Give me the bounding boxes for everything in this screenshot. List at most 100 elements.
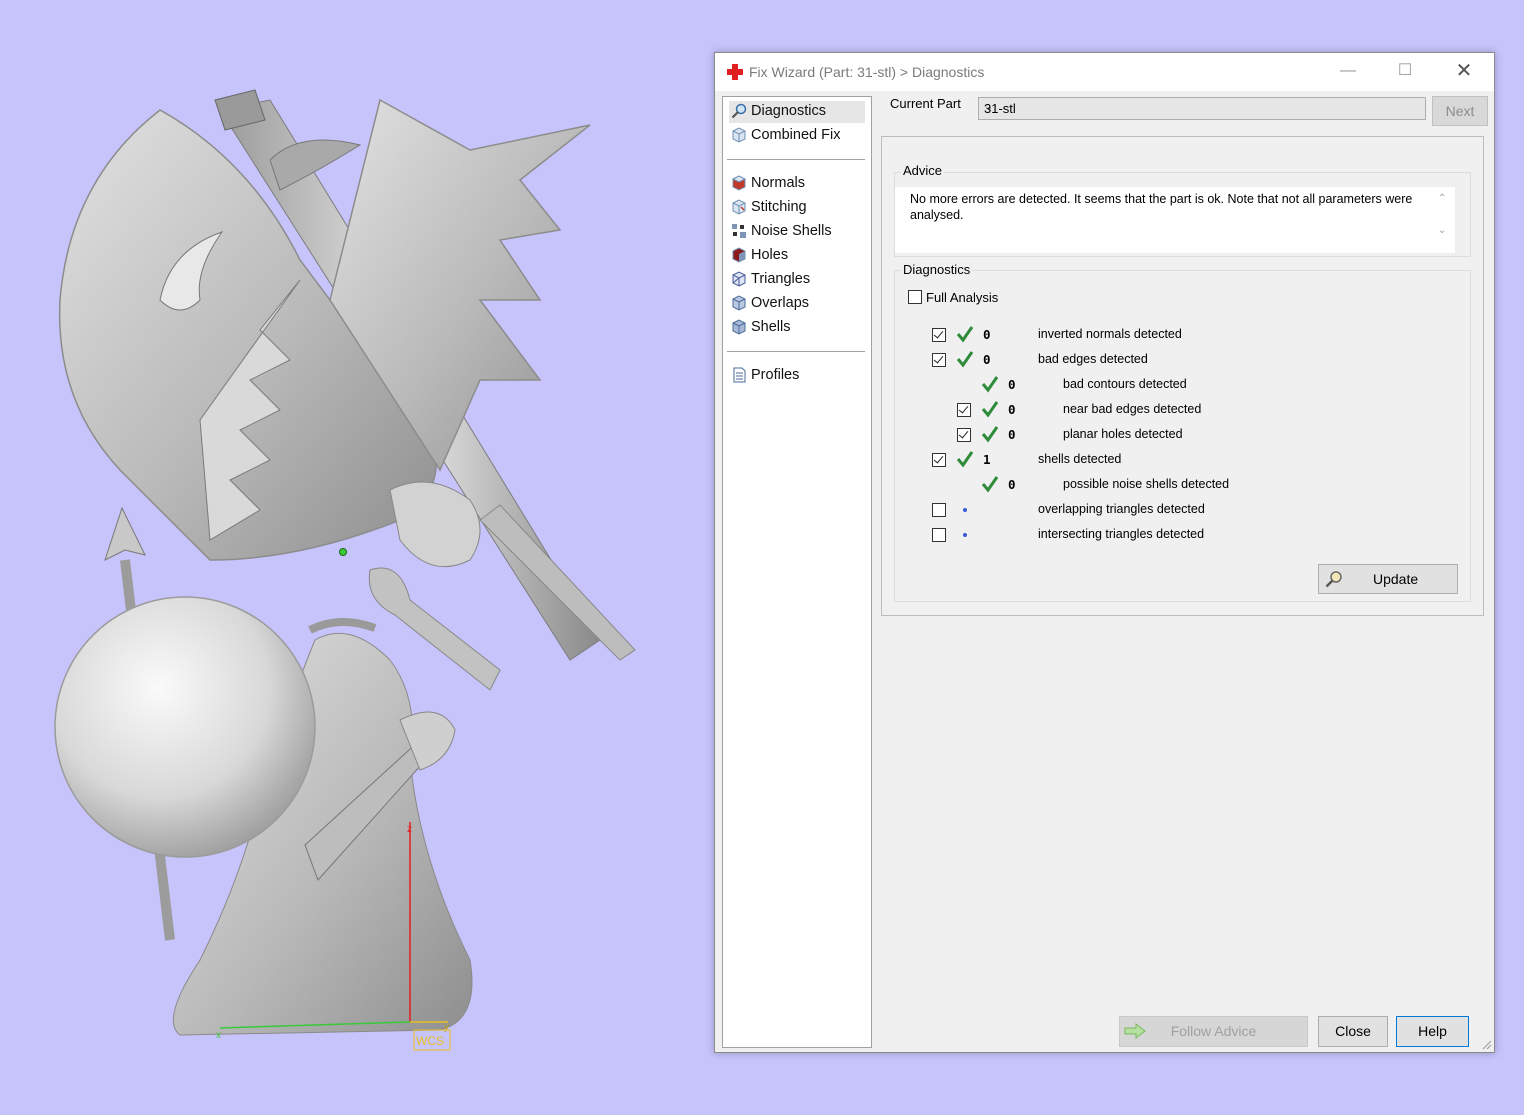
follow-advice-label: Follow Advice [1170,1023,1257,1039]
nav-item-diagnostics[interactable]: Diagnostics [729,101,865,123]
nav-label: Combined Fix [751,127,841,143]
nav-item-profiles[interactable]: Profiles [729,365,799,387]
nav-item-shells[interactable]: Shells [729,317,791,339]
overlapping-triangles-label: overlapping triangles detected [1038,502,1205,516]
shells-count: 1 [983,452,991,467]
check-ok-icon [981,426,999,443]
nav-label: Overlaps [751,295,810,311]
nav-separator [727,351,865,352]
overlapping-triangles-checkbox[interactable] [932,503,946,517]
intersecting-triangles-label: intersecting triangles detected [1038,527,1205,541]
document-icon [733,367,746,383]
noise-shells-label: possible noise shells detected [1063,477,1230,491]
current-part-select[interactable]: 31-stl ⌄ [978,97,1426,120]
check-ok-icon [956,351,974,368]
nav-item-stitching[interactable]: Stitching [729,197,807,219]
check-ok-icon [981,476,999,493]
minimize-button[interactable]: — [1333,59,1363,83]
axis-z-label: z [407,824,412,835]
close-window-button[interactable]: ✕ [1449,59,1479,83]
full-analysis-checkbox[interactable] [908,290,922,304]
full-analysis-label: Full Analysis [926,290,999,305]
bad-edges-label: bad edges detected [1038,352,1148,366]
nav-item-normals[interactable]: Normals [729,173,805,195]
near-bad-edges-checkbox[interactable] [957,403,971,417]
magnifier-icon [731,103,747,119]
wcs-label: WCS [416,1034,444,1048]
necklace [308,617,377,634]
overlaps-cube-icon [732,295,746,311]
nav-item-overlaps[interactable]: Overlaps [729,293,809,315]
origin-point [339,548,347,556]
bad-contours-label: bad contours detected [1063,377,1187,391]
diagnostics-group-label: Diagnostics [901,262,973,277]
scroll-up-icon[interactable]: ⌃ [1438,193,1446,204]
next-button[interactable]: Next [1432,96,1488,126]
title-bar[interactable]: Fix Wizard (Part: 31-stl) > Diagnostics … [715,53,1494,91]
inverted-normals-count: 0 [983,327,991,342]
nav-item-combined-fix[interactable]: Combined Fix [729,125,840,147]
noise-shells-icon [732,224,746,238]
resize-grip-icon[interactable] [1480,1038,1492,1050]
advice-group-label: Advice [901,163,945,178]
check-ok-icon [981,376,999,393]
near-bad-edges-label: near bad edges detected [1063,402,1202,416]
arms [368,481,636,691]
close-button[interactable]: Close [1318,1016,1388,1047]
check-ok-icon [981,401,999,418]
planar-holes-checkbox[interactable] [957,428,971,442]
arrow-right-icon [1124,1023,1146,1039]
current-part-label: Current Part [890,96,961,111]
shells-checkbox[interactable] [932,453,946,467]
nav-label: Shells [751,319,791,335]
inverted-normals-label: inverted normals detected [1038,327,1182,341]
diagnostics-panel: Advice No more errors are detected. It s… [881,136,1484,616]
stitching-cube-icon [732,199,746,215]
fix-wizard-dialog: Fix Wizard (Part: 31-stl) > Diagnostics … [714,52,1495,1053]
shells-label: shells detected [1038,452,1122,466]
axis-y-label: y [444,1022,449,1033]
wizard-nav: Diagnostics Combined Fix Normals Stitchi… [722,96,872,1048]
nav-label: Holes [751,247,789,263]
bad-edges-checkbox[interactable] [932,353,946,367]
nav-item-triangles[interactable]: Triangles [729,269,810,291]
nav-item-noise-shells[interactable]: Noise Shells [729,221,832,243]
nav-separator [727,159,865,160]
help-button[interactable]: Help [1396,1016,1469,1047]
pending-dot-icon [963,508,967,512]
inverted-normals-checkbox[interactable] [932,328,946,342]
holes-cube-icon [732,247,746,263]
nav-label: Normals [751,175,805,191]
update-button[interactable]: Update [1318,564,1458,594]
nav-label: Noise Shells [751,223,832,239]
intersecting-triangles-checkbox[interactable] [932,528,946,542]
planar-holes-count: 0 [1008,427,1016,442]
maximize-button[interactable]: ☐ [1390,59,1420,83]
noise-shells-count: 0 [1008,477,1016,492]
shells-cube-icon [732,319,746,335]
nav-label: Diagnostics [751,103,826,119]
shield [54,596,316,858]
nav-label: Profiles [751,367,800,383]
bad-edges-count: 0 [983,352,991,367]
nav-item-holes[interactable]: Holes [729,245,788,267]
cube-icon [732,127,746,143]
bad-contours-count: 0 [1008,377,1016,392]
window-title: Fix Wizard (Part: 31-stl) > Diagnostics [749,64,985,80]
magnifier-icon [1325,571,1342,588]
3d-viewport[interactable]: z x y WCS [0,0,700,1115]
scroll-down-icon[interactable]: ⌄ [1438,225,1446,236]
near-bad-edges-count: 0 [1008,402,1016,417]
advice-text: No more errors are detected. It seems th… [902,187,1422,247]
red-cross-icon [727,64,743,80]
pending-dot-icon [963,533,967,537]
normals-cube-icon [731,175,747,191]
follow-advice-button[interactable]: Follow Advice [1119,1016,1308,1047]
nav-label: Triangles [751,271,811,287]
check-ok-icon [956,451,974,468]
axis-x-label: x [216,1030,221,1041]
nav-label: Stitching [751,199,807,215]
planar-holes-label: planar holes detected [1063,427,1183,441]
check-ok-icon [956,326,974,343]
triangles-cube-icon [732,271,746,287]
